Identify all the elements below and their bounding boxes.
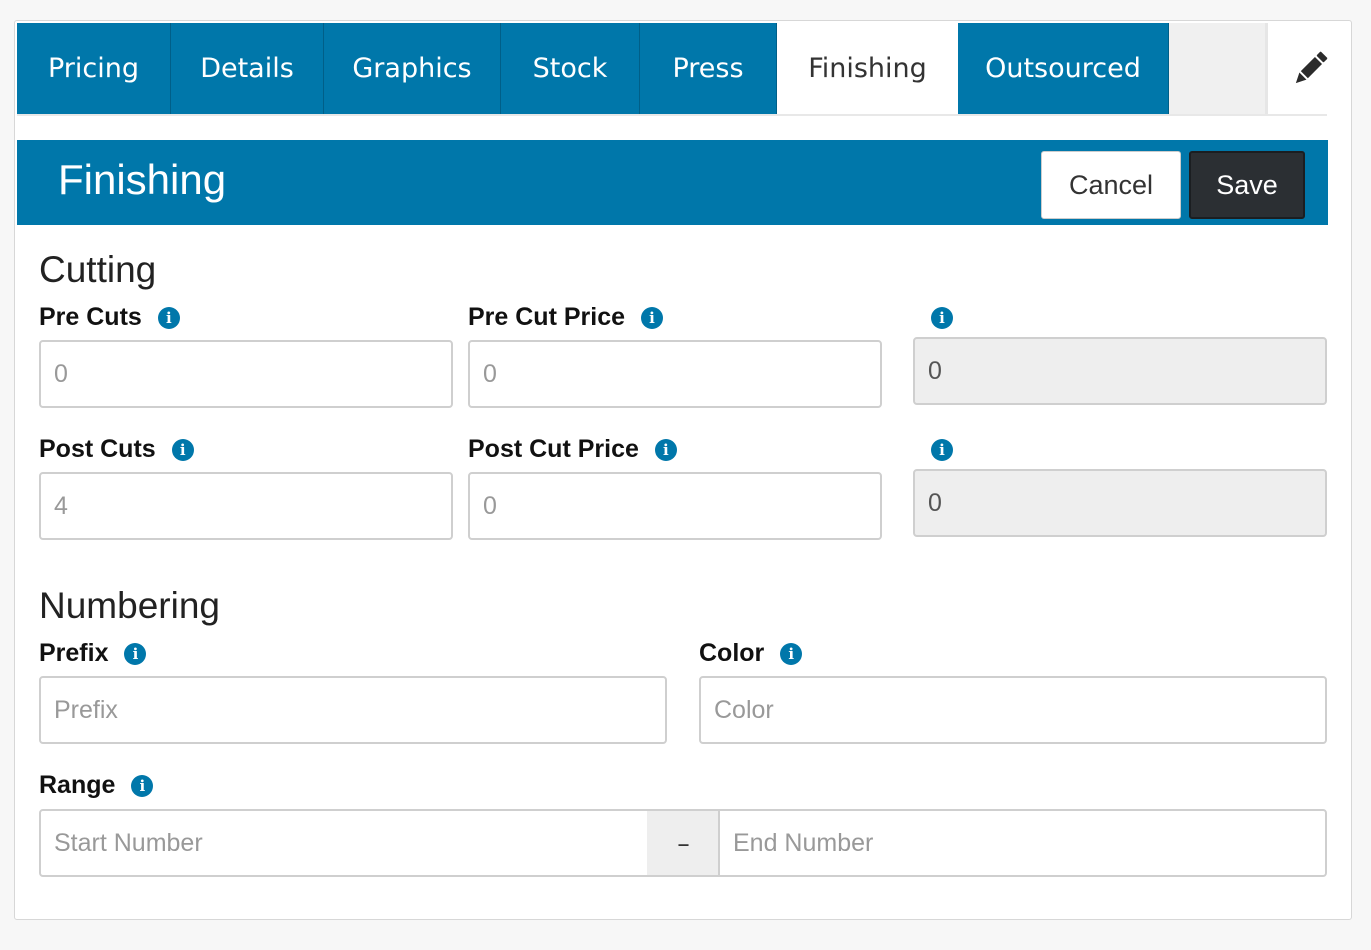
- info-icon[interactable]: i: [931, 439, 953, 461]
- range-start-input[interactable]: [39, 809, 649, 877]
- save-button[interactable]: Save: [1189, 151, 1305, 219]
- tab-finishing[interactable]: Finishing: [777, 23, 958, 114]
- color-input[interactable]: [699, 676, 1327, 744]
- tab-label: Outsourced: [985, 53, 1141, 84]
- post-cut-price-input[interactable]: [468, 472, 882, 540]
- pencil-icon: [1295, 51, 1327, 83]
- tab-stock[interactable]: Stock: [501, 23, 640, 114]
- tab-label: Details: [200, 53, 294, 84]
- post-cuts-label: Post Cuts i: [39, 435, 194, 464]
- pre-cuts-label: Pre Cuts i: [39, 303, 180, 332]
- post-cut-total-field: [913, 469, 1327, 537]
- tab-label: Graphics: [352, 53, 472, 84]
- tab-label: Pricing: [47, 53, 139, 84]
- range-separator: –: [647, 809, 720, 877]
- cancel-button[interactable]: Cancel: [1041, 151, 1181, 219]
- range-end-input[interactable]: [718, 809, 1327, 877]
- post-cuts-input[interactable]: [39, 472, 453, 540]
- info-icon[interactable]: i: [171, 438, 194, 461]
- info-icon[interactable]: i: [131, 774, 154, 797]
- color-label-text: Color: [699, 639, 765, 667]
- pre-cuts-input[interactable]: [39, 340, 453, 408]
- prefix-label: Prefix i: [39, 639, 147, 668]
- info-icon[interactable]: i: [124, 642, 147, 665]
- range-label: Range i: [39, 771, 154, 800]
- tab-label: Finishing: [808, 53, 927, 84]
- pre-cuts-label-text: Pre Cuts: [39, 303, 142, 331]
- color-label: Color i: [699, 639, 803, 668]
- info-icon[interactable]: i: [157, 306, 180, 329]
- prefix-label-text: Prefix: [39, 639, 109, 667]
- numbering-heading: Numbering: [39, 585, 220, 626]
- pre-cut-price-label-text: Pre Cut Price: [468, 303, 626, 331]
- range-label-text: Range: [39, 771, 116, 799]
- tab-graphics[interactable]: Graphics: [324, 23, 501, 114]
- tab-underline: [17, 114, 1327, 116]
- cutting-heading: Cutting: [39, 249, 157, 290]
- tab-bar: Pricing Details Graphics Stock Press Fin…: [17, 23, 1351, 115]
- post-cuts-label-text: Post Cuts: [39, 435, 156, 463]
- edit-button[interactable]: [1265, 23, 1351, 114]
- post-cut-price-label: Post Cut Price i: [468, 435, 677, 464]
- info-icon[interactable]: i: [780, 642, 803, 665]
- tab-outsourced[interactable]: Outsourced: [958, 23, 1169, 114]
- pre-cut-total-field: [913, 337, 1327, 405]
- post-cut-price-label-text: Post Cut Price: [468, 435, 639, 463]
- tab-press[interactable]: Press: [640, 23, 777, 114]
- section-header: Finishing Cancel Save: [17, 140, 1328, 225]
- info-icon[interactable]: i: [654, 438, 677, 461]
- tab-pricing[interactable]: Pricing: [17, 23, 171, 114]
- tab-details[interactable]: Details: [171, 23, 324, 114]
- pre-cut-price-input[interactable]: [468, 340, 882, 408]
- tab-bar-filler: [1169, 23, 1265, 114]
- finishing-card: Pricing Details Graphics Stock Press Fin…: [14, 20, 1352, 920]
- info-icon[interactable]: i: [931, 307, 953, 329]
- tab-label: Stock: [532, 53, 608, 84]
- tab-label: Press: [672, 53, 744, 84]
- info-icon[interactable]: i: [641, 306, 664, 329]
- section-title: Finishing: [58, 156, 227, 203]
- pre-cut-price-label: Pre Cut Price i: [468, 303, 664, 332]
- prefix-input[interactable]: [39, 676, 667, 744]
